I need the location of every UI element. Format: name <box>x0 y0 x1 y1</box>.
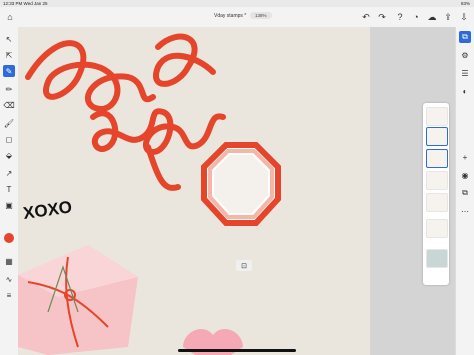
layers-icon[interactable]: ⧉ <box>459 31 471 43</box>
layer-thumb-3[interactable] <box>426 171 448 190</box>
properties-icon[interactable]: ⚙ <box>459 49 471 61</box>
right-toolbar: ⧉ ⚙ ☰ ◐ + ◉ ⧉ ⋯ <box>455 27 474 355</box>
tool-shape[interactable]: ◻ <box>3 133 15 145</box>
export-icon[interactable]: ⇩ <box>458 11 470 23</box>
redo-icon[interactable]: ↷ <box>376 11 388 23</box>
duplicate-icon[interactable]: ⧉ <box>459 187 471 199</box>
tool-pen[interactable]: ✎ <box>3 65 15 77</box>
tool-direct-select[interactable]: ⇱ <box>3 49 15 61</box>
tool-paint-bucket[interactable]: ⬙ <box>3 149 15 161</box>
transform-handle[interactable]: ⊡ <box>236 260 252 271</box>
add-layer-icon[interactable]: + <box>459 151 471 163</box>
layers-panel <box>423 103 449 285</box>
status-bar: 12:33 PM Wed Jan 25 83% <box>0 0 474 7</box>
home-indicator <box>178 349 296 352</box>
zoom-level[interactable]: 138% <box>250 12 272 19</box>
help-icon[interactable]: ? <box>394 11 406 23</box>
more-icon[interactable]: ⋯ <box>459 205 471 217</box>
home-button[interactable]: ⌂ <box>4 11 16 23</box>
status-time: 12:33 PM Wed Jan 25 <box>3 1 48 6</box>
tool-select[interactable]: ↖ <box>3 33 15 45</box>
layer-thumb-5[interactable] <box>426 219 448 238</box>
tool-grid[interactable]: ▦ <box>3 255 15 267</box>
visibility-icon[interactable]: ◉ <box>459 169 471 181</box>
artboard-art: XOXO <box>18 33 281 355</box>
tool-arrow[interactable]: ↗ <box>3 167 15 179</box>
share-icon[interactable]: ⇪ <box>442 11 454 23</box>
top-app-bar: ⌂ Vday stamps * 138% ↶ ↷ ? ◔ ☁ ⇪ ⇩ <box>0 7 474 28</box>
color-swatch[interactable] <box>4 233 14 243</box>
status-battery: 83% <box>460 1 470 6</box>
layer-thumb-octagon-2[interactable] <box>426 149 448 168</box>
left-toolbar: ↖ ⇱ ✎ ✏ ⌫ 🖌 ◻ ⬙ ↗ T ▣ ▦ ∿ ≡ <box>0 27 19 355</box>
document-title[interactable]: Vday stamps * <box>214 13 246 19</box>
tool-type[interactable]: T <box>3 183 15 195</box>
align-icon[interactable]: ☰ <box>459 67 471 79</box>
layer-thumb-background[interactable] <box>426 249 448 268</box>
layer-thumb-octagon[interactable] <box>426 127 448 146</box>
octagon-badge[interactable] <box>201 142 281 226</box>
xoxo-text: XOXO <box>22 197 73 223</box>
tool-brush[interactable]: 🖌 <box>3 117 15 129</box>
layer-thumb-1[interactable] <box>426 107 448 126</box>
account-icon[interactable]: ◔ <box>410 11 422 23</box>
cloud-icon[interactable]: ☁ <box>426 11 438 23</box>
script-love <box>25 33 216 112</box>
layer-thumb-4[interactable] <box>426 193 448 212</box>
tool-image[interactable]: ▣ <box>3 199 15 211</box>
tool-eraser[interactable]: ⌫ <box>3 99 15 111</box>
undo-icon[interactable]: ↶ <box>360 11 372 23</box>
artboard-canvas[interactable]: XOXO ⊡ <box>18 27 370 355</box>
gift-box-sticker <box>18 245 138 355</box>
appearance-icon[interactable]: ◐ <box>459 85 471 97</box>
tool-pencil[interactable]: ✏ <box>3 83 15 95</box>
tool-menu[interactable]: ≡ <box>3 289 15 301</box>
svg-text:XOXO: XOXO <box>22 197 73 223</box>
tool-wave[interactable]: ∿ <box>3 273 15 285</box>
